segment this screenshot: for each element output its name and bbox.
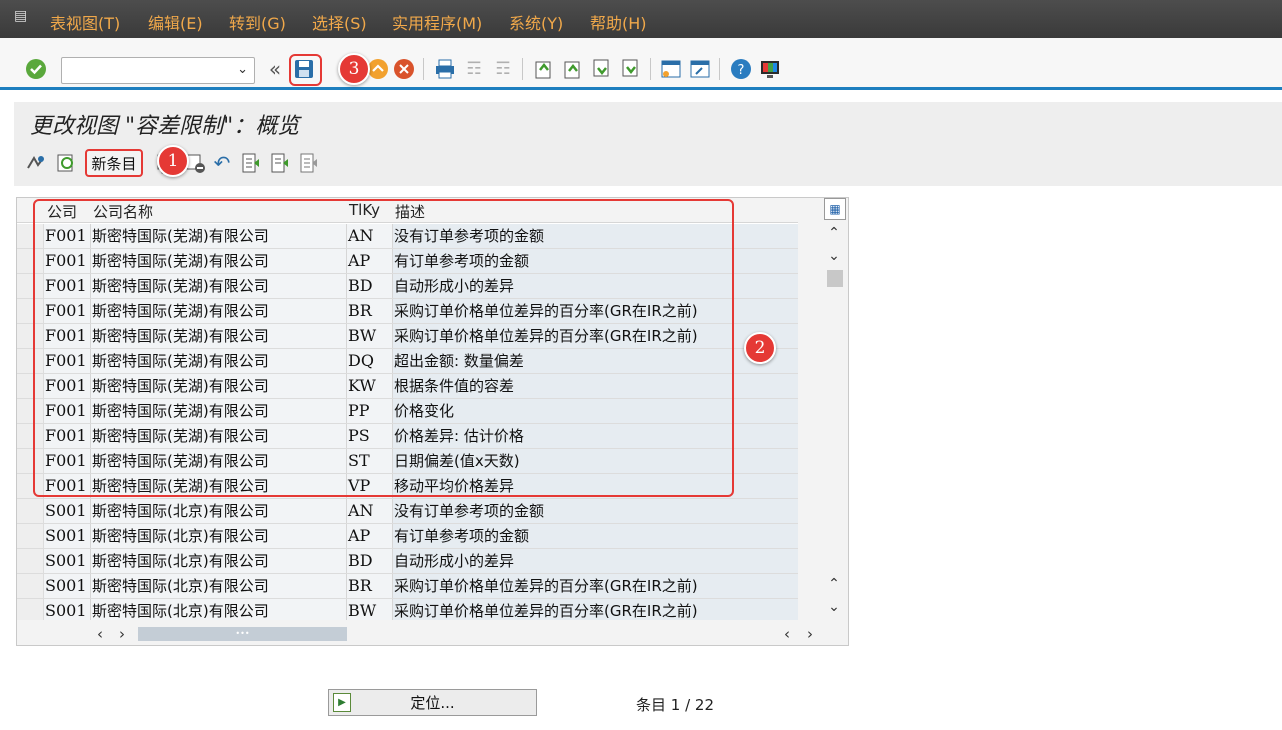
menu-edit[interactable]: 编辑(E)	[148, 10, 203, 34]
shortcut-icon[interactable]	[688, 57, 712, 81]
table-row[interactable]: S001 斯密特国际(北京)有限公司 AP 有订单参考项的金额	[17, 524, 798, 549]
new-entries-button[interactable]: 新条目	[85, 149, 143, 177]
find-icon[interactable]: ☶	[462, 57, 486, 81]
company-code-cell: S001	[44, 524, 90, 548]
next-page-icon[interactable]	[589, 57, 613, 81]
entry-count: 条目 1 / 22	[636, 696, 714, 714]
back-arrows-icon[interactable]: «	[263, 57, 287, 81]
company-name-cell: 斯密特国际(北京)有限公司	[90, 574, 346, 598]
scroll-down-icon[interactable]: ⌄	[823, 248, 845, 266]
help-icon[interactable]: ?	[729, 57, 753, 81]
create-session-icon[interactable]	[659, 57, 683, 81]
tolerance-key-cell: BR	[346, 574, 392, 598]
company-name-cell: 斯密特国际(北京)有限公司	[90, 499, 346, 523]
table-row[interactable]: S001 斯密特国际(北京)有限公司 BW 采购订单价格单位差异的百分率(GR在IR之…	[17, 599, 798, 620]
horizontal-scrollbar: ‹ › ••• ‹ ›	[17, 623, 813, 645]
description-cell: 采购订单价格单位差异的百分率(GR在IR之前)	[392, 599, 798, 620]
svg-text:?: ?	[738, 63, 745, 78]
find-next-icon[interactable]: ☶	[491, 57, 515, 81]
scroll-up-icon[interactable]: ⌃	[823, 576, 845, 594]
previous-page-icon[interactable]	[560, 57, 584, 81]
last-page-icon[interactable]	[618, 57, 642, 81]
scroll-left-icon[interactable]: ‹	[784, 625, 790, 643]
row-selector[interactable]	[17, 524, 44, 548]
menu-selection[interactable]: 选择(S)	[312, 10, 367, 34]
horizontal-scroll-thumb[interactable]: •••	[138, 627, 347, 641]
vertical-scroll-thumb[interactable]	[827, 270, 843, 287]
table-row[interactable]: S001 斯密特国际(北京)有限公司 BD 自动形成小的差异	[17, 549, 798, 574]
toolbar-separator	[423, 58, 424, 80]
description-cell: 没有订单参考项的金额	[392, 499, 798, 523]
description-cell: 有订单参考项的金额	[392, 524, 798, 548]
system-menu-icon[interactable]: ▤	[14, 8, 34, 24]
scroll-up-icon[interactable]: ⌃	[823, 225, 845, 243]
undo-icon[interactable]: ↶	[210, 151, 234, 175]
position-button[interactable]: ▶ 定位...	[328, 689, 537, 716]
callout-2: 2	[744, 332, 776, 364]
callout-1: 1	[157, 145, 189, 177]
menu-utilities[interactable]: 实用程序(M)	[392, 10, 482, 34]
tolerance-key-cell: AP	[346, 524, 392, 548]
position-icon: ▶	[333, 693, 351, 712]
menu-help[interactable]: 帮助(H)	[590, 10, 647, 34]
menu-system[interactable]: 系统(Y)	[509, 10, 563, 34]
menu-table-view[interactable]: 表视图(T)	[50, 10, 120, 34]
title-bar: 更改视图 "容差限制"：概览	[14, 102, 1282, 144]
tolerance-key-cell: AN	[346, 499, 392, 523]
tolerance-key-cell: BW	[346, 599, 392, 620]
company-name-cell: 斯密特国际(北京)有限公司	[90, 524, 346, 548]
company-code-cell: S001	[44, 574, 90, 598]
callout-3: 3	[338, 53, 370, 85]
chevron-down-icon[interactable]: ⌄	[237, 62, 248, 77]
company-code-cell: S001	[44, 599, 90, 620]
toolbar-separator	[522, 58, 523, 80]
customize-layout-icon[interactable]	[758, 57, 782, 81]
row-selector[interactable]	[17, 549, 44, 573]
company-code-cell: S001	[44, 549, 90, 573]
tolerance-key-cell: BD	[346, 549, 392, 573]
scroll-left-icon[interactable]: ‹	[97, 625, 103, 643]
menu-bar: ▤ 表视图(T) 编辑(E) 转到(G) 选择(S) 实用程序(M) 系统(Y)…	[0, 0, 1282, 38]
row-selector[interactable]	[17, 499, 44, 523]
table-row[interactable]: S001 斯密特国际(北京)有限公司 AN 没有订单参考项的金额	[17, 499, 798, 524]
table-row[interactable]: S001 斯密特国际(北京)有限公司 BR 采购订单价格单位差异的百分率(GR在IR之…	[17, 574, 798, 599]
table-settings-icon[interactable]: ▦	[824, 198, 846, 220]
scroll-right-icon[interactable]: ›	[119, 625, 125, 643]
select-all-icon[interactable]	[239, 151, 263, 175]
toolbar-separator	[719, 58, 720, 80]
description-cell: 自动形成小的差异	[392, 549, 798, 573]
print-icon[interactable]	[433, 57, 457, 81]
company-code-cell: S001	[44, 499, 90, 523]
check-icon[interactable]	[24, 57, 48, 81]
f001-rows-highlight	[33, 199, 734, 497]
company-name-cell: 斯密特国际(北京)有限公司	[90, 599, 346, 620]
row-selector[interactable]	[17, 599, 44, 620]
command-field[interactable]: ⌄	[61, 57, 255, 84]
scroll-down-icon[interactable]: ⌄	[823, 599, 845, 617]
new-entries-label: 新条目	[91, 154, 137, 173]
description-cell: 采购订单价格单位差异的百分率(GR在IR之前)	[392, 574, 798, 598]
scroll-right-icon[interactable]: ›	[807, 625, 813, 643]
deselect-all-icon[interactable]	[297, 151, 321, 175]
cancel-icon[interactable]	[392, 57, 416, 81]
select-block-icon[interactable]	[268, 151, 292, 175]
company-name-cell: 斯密特国际(北京)有限公司	[90, 549, 346, 573]
first-page-icon[interactable]	[531, 57, 555, 81]
position-button-label: 定位...	[410, 694, 455, 712]
page-title: 更改视图 "容差限制"：概览	[30, 114, 300, 139]
display-change-icon[interactable]	[24, 151, 48, 175]
toolbar-separator	[650, 58, 651, 80]
toggle-display-icon[interactable]	[54, 151, 78, 175]
row-selector[interactable]	[17, 574, 44, 598]
save-highlight	[289, 54, 322, 86]
menu-goto[interactable]: 转到(G)	[229, 10, 286, 34]
